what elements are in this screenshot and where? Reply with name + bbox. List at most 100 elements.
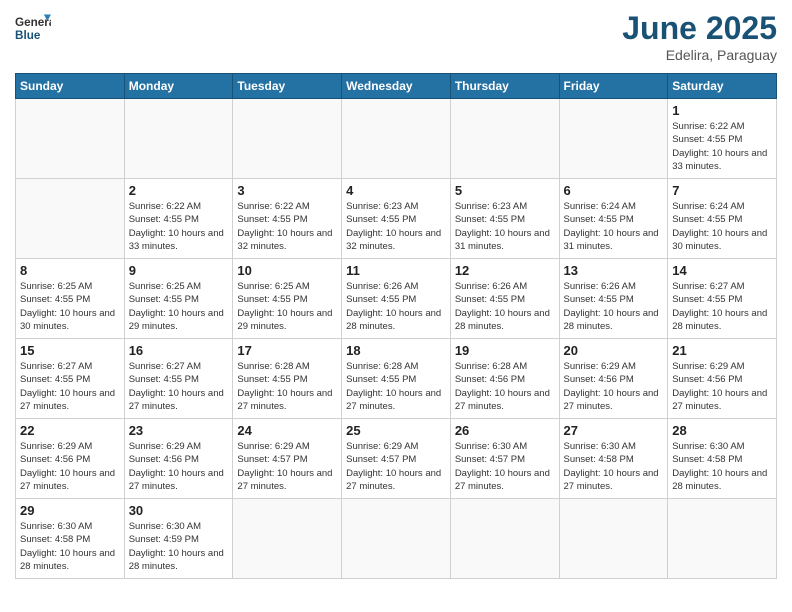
day-detail: Sunrise: 6:26 AMSunset: 4:55 PMDaylight:… — [346, 280, 446, 333]
day-number: 22 — [20, 423, 120, 438]
day-header-tuesday: Tuesday — [233, 74, 342, 99]
day-detail: Sunrise: 6:28 AMSunset: 4:55 PMDaylight:… — [237, 360, 337, 413]
day-number: 14 — [672, 263, 772, 278]
week-row: 22 Sunrise: 6:29 AMSunset: 4:56 PMDayligh… — [16, 419, 777, 499]
day-cell: 26Sunrise: 6:30 AMSunset: 4:57 PMDayligh… — [450, 419, 559, 499]
day-cell: 16 Sunrise: 6:27 AMSunset: 4:55 PMDayligh… — [124, 339, 233, 419]
day-detail: Sunrise: 6:23 AMSunset: 4:55 PMDaylight:… — [346, 200, 446, 253]
day-cell: 22Sunrise: 6:29 AMSunset: 4:56 PMDayligh… — [16, 419, 125, 499]
header-row: SundayMondayTuesdayWednesdayThursdayFrid… — [16, 74, 777, 99]
day-number: 15 — [20, 343, 120, 358]
day-cell: 30 Sunrise: 6:30 AMSunset: 4:59 PMDayligh… — [124, 499, 233, 579]
week-row: 29 Sunrise: 6:30 AMSunset: 4:58 PMDayligh… — [16, 499, 777, 579]
day-number: 16 — [129, 343, 229, 358]
day-number: 17 — [237, 343, 337, 358]
day-cell: 2 Sunrise: 6:22 AMSunset: 4:55 PMDaylight… — [124, 179, 233, 259]
day-detail: Sunrise: 6:30 AMSunset: 4:59 PMDaylight:… — [129, 520, 229, 573]
day-detail: Sunrise: 6:25 AMSunset: 4:55 PMDaylight:… — [129, 280, 229, 333]
day-number: 2 — [129, 183, 229, 198]
day-detail: Sunrise: 6:25 AMSunset: 4:55 PMDaylight:… — [237, 280, 337, 333]
subtitle: Edelira, Paraguay — [622, 47, 777, 63]
day-number: 11 — [346, 263, 446, 278]
day-cell: 24Sunrise: 6:29 AMSunset: 4:57 PMDayligh… — [233, 419, 342, 499]
calendar-table: SundayMondayTuesdayWednesdayThursdayFrid… — [15, 73, 777, 579]
day-detail: Sunrise: 6:29 AMSunset: 4:56 PMDaylight:… — [672, 360, 772, 413]
day-detail: Sunrise: 6:28 AMSunset: 4:56 PMDaylight:… — [455, 360, 555, 413]
day-detail: Sunrise: 6:25 AMSunset: 4:55 PMDaylight:… — [20, 280, 120, 333]
day-detail: Sunrise: 6:27 AMSunset: 4:55 PMDaylight:… — [672, 280, 772, 333]
empty-cell — [342, 99, 451, 179]
day-cell: 9 Sunrise: 6:25 AMSunset: 4:55 PMDaylight… — [124, 259, 233, 339]
day-detail: Sunrise: 6:24 AMSunset: 4:55 PMDaylight:… — [672, 200, 772, 253]
day-detail: Sunrise: 6:29 AMSunset: 4:57 PMDaylight:… — [237, 440, 337, 493]
empty-cell — [559, 99, 668, 179]
day-detail: Sunrise: 6:30 AMSunset: 4:58 PMDaylight:… — [672, 440, 772, 493]
header: General Blue June 2025 Edelira, Paraguay — [15, 10, 777, 63]
day-number: 21 — [672, 343, 772, 358]
day-detail: Sunrise: 6:27 AMSunset: 4:55 PMDaylight:… — [129, 360, 229, 413]
day-number: 25 — [346, 423, 446, 438]
week-row: 2 Sunrise: 6:22 AMSunset: 4:55 PMDaylight… — [16, 179, 777, 259]
day-cell — [342, 499, 451, 579]
day-cell: 12 Sunrise: 6:26 AMSunset: 4:55 PMDayligh… — [450, 259, 559, 339]
day-header-saturday: Saturday — [668, 74, 777, 99]
day-cell — [233, 499, 342, 579]
day-detail: Sunrise: 6:22 AMSunset: 4:55 PMDaylight:… — [129, 200, 229, 253]
day-detail: Sunrise: 6:30 AMSunset: 4:58 PMDaylight:… — [564, 440, 664, 493]
day-number: 12 — [455, 263, 555, 278]
day-number: 20 — [564, 343, 664, 358]
day-cell: 19 Sunrise: 6:28 AMSunset: 4:56 PMDayligh… — [450, 339, 559, 419]
day-number: 27 — [564, 423, 664, 438]
day-header-friday: Friday — [559, 74, 668, 99]
month-title: June 2025 — [622, 10, 777, 47]
day-cell: 25 Sunrise: 6:29 AMSunset: 4:57 PMDayligh… — [342, 419, 451, 499]
day-cell: 23Sunrise: 6:29 AMSunset: 4:56 PMDayligh… — [124, 419, 233, 499]
calendar-container: General Blue June 2025 Edelira, Paraguay… — [0, 0, 792, 594]
day-number: 1 — [672, 103, 772, 118]
day-cell: 5 Sunrise: 6:23 AMSunset: 4:55 PMDaylight… — [450, 179, 559, 259]
logo-icon: General Blue — [15, 10, 51, 46]
day-cell — [559, 499, 668, 579]
day-detail: Sunrise: 6:24 AMSunset: 4:55 PMDaylight:… — [564, 200, 664, 253]
title-block: June 2025 Edelira, Paraguay — [622, 10, 777, 63]
day-detail: Sunrise: 6:27 AMSunset: 4:55 PMDaylight:… — [20, 360, 120, 413]
day-number: 30 — [129, 503, 229, 518]
week-row: 1Sunrise: 6:22 AMSunset: 4:55 PMDaylight… — [16, 99, 777, 179]
day-cell: 7 Sunrise: 6:24 AMSunset: 4:55 PMDaylight… — [668, 179, 777, 259]
day-cell: 13 Sunrise: 6:26 AMSunset: 4:55 PMDayligh… — [559, 259, 668, 339]
day-cell: 17 Sunrise: 6:28 AMSunset: 4:55 PMDayligh… — [233, 339, 342, 419]
day-detail: Sunrise: 6:26 AMSunset: 4:55 PMDaylight:… — [564, 280, 664, 333]
day-number: 13 — [564, 263, 664, 278]
day-detail: Sunrise: 6:29 AMSunset: 4:57 PMDaylight:… — [346, 440, 446, 493]
day-detail: Sunrise: 6:23 AMSunset: 4:55 PMDaylight:… — [455, 200, 555, 253]
day-number: 7 — [672, 183, 772, 198]
day-cell: 10 Sunrise: 6:25 AMSunset: 4:55 PMDayligh… — [233, 259, 342, 339]
day-detail: Sunrise: 6:26 AMSunset: 4:55 PMDaylight:… — [455, 280, 555, 333]
day-cell: 15 Sunrise: 6:27 AMSunset: 4:55 PMDayligh… — [16, 339, 125, 419]
day-number: 19 — [455, 343, 555, 358]
day-detail: Sunrise: 6:29 AMSunset: 4:56 PMDaylight:… — [129, 440, 229, 493]
svg-text:Blue: Blue — [15, 29, 41, 42]
day-cell — [668, 499, 777, 579]
day-number: 29 — [20, 503, 120, 518]
day-cell: 11 Sunrise: 6:26 AMSunset: 4:55 PMDayligh… — [342, 259, 451, 339]
day-cell — [450, 499, 559, 579]
day-number: 5 — [455, 183, 555, 198]
day-cell: 18 Sunrise: 6:28 AMSunset: 4:55 PMDayligh… — [342, 339, 451, 419]
day-cell: 14 Sunrise: 6:27 AMSunset: 4:55 PMDayligh… — [668, 259, 777, 339]
week-row: 8Sunrise: 6:25 AMSunset: 4:55 PMDaylight… — [16, 259, 777, 339]
empty-cell — [450, 99, 559, 179]
day-detail: Sunrise: 6:30 AMSunset: 4:57 PMDaylight:… — [455, 440, 555, 493]
day-cell: 4Sunrise: 6:23 AMSunset: 4:55 PMDaylight… — [342, 179, 451, 259]
day-detail: Sunrise: 6:28 AMSunset: 4:55 PMDaylight:… — [346, 360, 446, 413]
day-number: 3 — [237, 183, 337, 198]
day-number: 18 — [346, 343, 446, 358]
day-cell: 3Sunrise: 6:22 AMSunset: 4:55 PMDaylight… — [233, 179, 342, 259]
day-number: 10 — [237, 263, 337, 278]
day-number: 9 — [129, 263, 229, 278]
day-header-sunday: Sunday — [16, 74, 125, 99]
day-cell: 21 Sunrise: 6:29 AMSunset: 4:56 PMDayligh… — [668, 339, 777, 419]
day-header-wednesday: Wednesday — [342, 74, 451, 99]
day-cell: 6Sunrise: 6:24 AMSunset: 4:55 PMDaylight… — [559, 179, 668, 259]
day-detail: Sunrise: 6:30 AMSunset: 4:58 PMDaylight:… — [20, 520, 120, 573]
